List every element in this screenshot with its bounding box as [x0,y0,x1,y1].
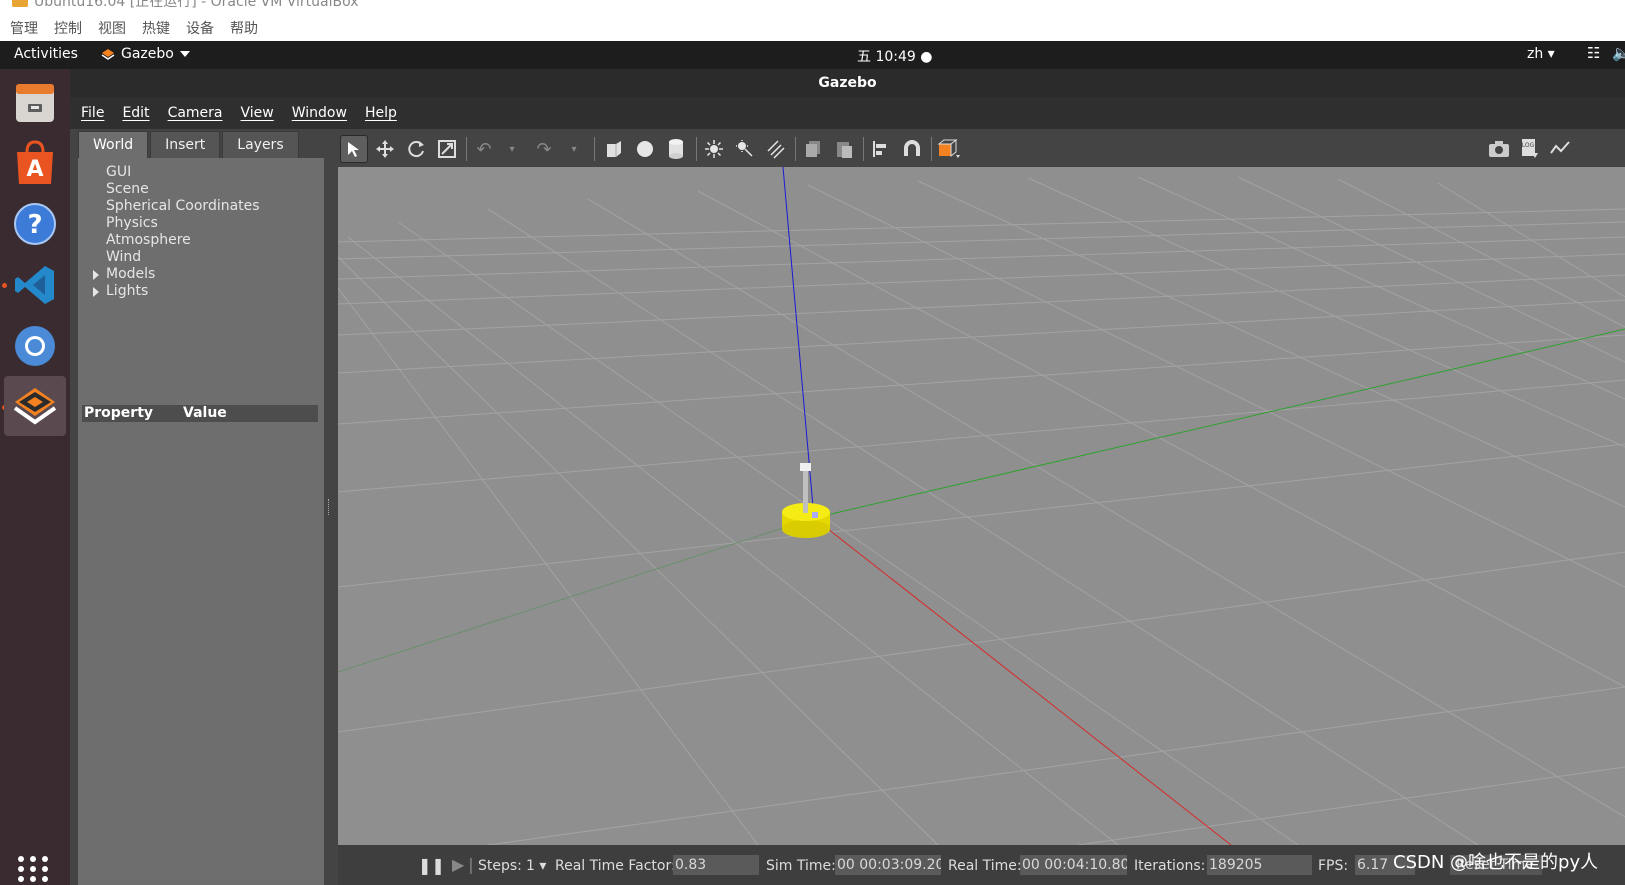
undo-history-chevron-icon[interactable]: ▾ [498,135,526,163]
svg-text:?: ? [27,210,42,240]
virtualbox-icon [12,0,28,7]
gazebo-window-title: Gazebo [70,69,1625,97]
menu-camera[interactable]: Camera [168,105,223,121]
scene-viewport[interactable] [338,167,1625,845]
sphere-shape-icon[interactable] [631,135,659,163]
pause-icon[interactable]: ❚❚ [418,856,445,875]
align-icon[interactable] [867,135,895,163]
chevron-down-icon [179,51,190,57]
cylinder-shape-icon[interactable] [662,135,690,163]
box-shape-icon[interactable] [600,135,628,163]
activities-button[interactable]: Activities [14,46,78,62]
view-angle-icon[interactable] [935,135,963,163]
gazebo-menubar: File Edit Camera View Window Help [70,97,1625,129]
directional-light-icon[interactable] [762,135,790,163]
tree-item-models[interactable]: Models [93,266,260,283]
csdn-watermark: CSDN @啥也不是的py人 [1393,852,1599,873]
select-mode-icon[interactable] [340,135,368,163]
tab-insert[interactable]: Insert [150,131,221,158]
vbox-menu-devices[interactable]: 设备 [186,18,214,38]
chromium-icon[interactable] [4,316,66,376]
gazebo-icon[interactable] [4,376,66,436]
virtualbox-window-title: Ubuntu16.04 [正在运行] - Oracle VM VirtualBo… [34,0,359,10]
iterations-label: Iterations: [1134,858,1206,874]
steps-label: Steps: [478,858,522,874]
plot-icon[interactable] [1546,135,1574,163]
property-column-header: Property [84,405,154,421]
vscode-icon[interactable] [4,255,66,315]
real-time-factor-label: Real Time Factor: [555,858,676,874]
tab-layers[interactable]: Layers [222,131,299,158]
menu-edit[interactable]: Edit [122,105,149,121]
tree-item-wind[interactable]: Wind [106,249,260,266]
sim-time-value: 00 00:03:09.205 [835,855,941,875]
redo-icon[interactable]: ↷ [530,135,558,163]
steps-spinner[interactable]: 1 ▾ [526,858,546,874]
real-time-value: 00 00:04:10.801 [1020,855,1127,875]
svg-text:A: A [26,157,43,182]
menu-help[interactable]: Help [365,105,397,121]
log-icon[interactable]: LOG [1516,135,1544,163]
tree-item-scene[interactable]: Scene [106,181,260,198]
network-icon[interactable]: ☷ [1587,44,1600,62]
point-light-icon[interactable] [700,135,728,163]
gazebo-small-icon [101,49,115,60]
menu-view[interactable]: View [241,105,274,121]
translate-mode-icon[interactable] [371,135,399,163]
input-method-indicator[interactable]: zh ▾ [1527,46,1555,62]
redo-history-chevron-icon[interactable]: ▾ [560,135,588,163]
real-time-factor-value: 0.83 [673,855,759,875]
ground-grid [338,167,1625,845]
tree-item-physics[interactable]: Physics [106,215,260,232]
clock[interactable]: 五 10:49 ● [857,46,932,66]
ubuntu-dock: A ? [0,69,70,885]
volume-icon[interactable]: 🔈 [1612,44,1625,62]
virtualbox-menubar: Ubuntu16.04 [正在运行] - Oracle VM VirtualBo… [0,0,1625,41]
app-menu-label: Gazebo [121,46,174,62]
world-tree: GUI Scene Spherical Coordinates Physics … [93,164,260,300]
vbox-menu-view[interactable]: 视图 [98,18,126,38]
svg-text:LOG: LOG [1522,142,1535,149]
left-panel-tabs: World Insert Layers [78,131,299,158]
help-icon[interactable]: ? [4,194,66,254]
vbox-menu-control[interactable]: 控制 [54,18,82,38]
show-applications-icon[interactable] [18,856,50,882]
gazebo-toolbar: ↶ ▾ ↷ ▾ LOG [336,131,1625,167]
vbox-menu-help[interactable]: 帮助 [230,18,258,38]
tab-world[interactable]: World [78,131,149,158]
value-column-header: Value [183,405,227,421]
iterations-value: 189205 [1207,855,1312,875]
files-icon[interactable] [4,72,66,132]
paste-icon[interactable] [830,135,858,163]
menu-window[interactable]: Window [292,105,347,121]
software-center-icon[interactable]: A [4,133,66,193]
robot-model[interactable] [782,463,830,538]
spot-light-icon[interactable] [731,135,759,163]
menu-file[interactable]: File [81,105,104,121]
app-menu-gazebo[interactable]: Gazebo [101,46,190,62]
sim-time-label: Sim Time: [766,858,836,874]
tree-item-atmosphere[interactable]: Atmosphere [106,232,260,249]
panel-splitter-handle[interactable] [328,499,330,515]
snap-icon[interactable] [898,135,926,163]
step-icon[interactable]: ▶❘ [452,855,478,874]
scale-mode-icon[interactable] [433,135,461,163]
copy-icon[interactable] [799,135,827,163]
screenshot-icon[interactable] [1485,135,1513,163]
vbox-menu-hotkeys[interactable]: 热键 [142,18,170,38]
property-table-header: Property Value [82,405,318,422]
real-time-label: Real Time: [948,858,1022,874]
fps-label: FPS: [1318,858,1349,874]
undo-icon[interactable]: ↶ [470,135,498,163]
tree-item-gui[interactable]: GUI [106,164,260,181]
tree-item-spherical-coordinates[interactable]: Spherical Coordinates [106,198,260,215]
tree-item-lights[interactable]: Lights [93,283,260,300]
ubuntu-top-bar: Activities Gazebo 五 10:49 ● zh ▾ ☷ 🔈 [0,41,1625,69]
rotate-mode-icon[interactable] [402,135,430,163]
vbox-menu-manage[interactable]: 管理 [10,18,38,38]
